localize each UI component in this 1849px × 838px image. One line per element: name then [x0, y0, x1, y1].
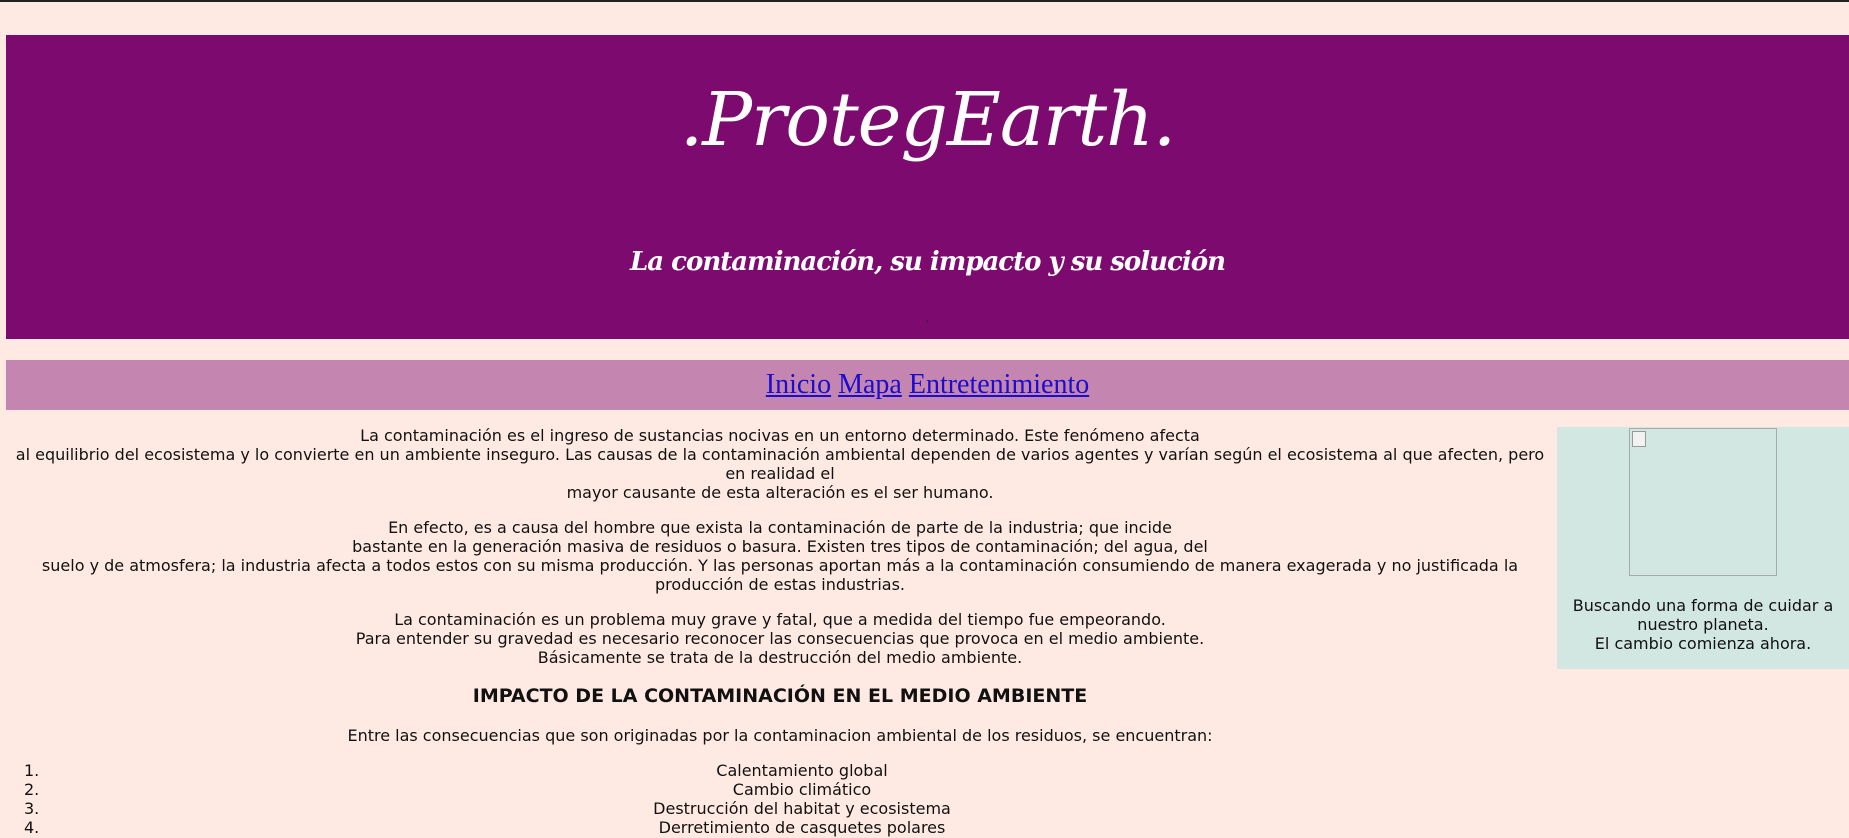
- list-item-number: 1.: [24, 761, 40, 780]
- paragraph-line: mayor causante de esta alteración es el …: [566, 483, 994, 502]
- paragraph-line: Básicamente se trata de la destrucción d…: [537, 648, 1023, 667]
- paragraph-gravity: La contaminación es un problema muy grav…: [14, 610, 1546, 667]
- paragraph-line: La contaminación es un problema muy grav…: [394, 610, 1166, 629]
- list-item-number: 2.: [24, 780, 40, 799]
- site-subtitle: La contaminación, su impacto y su soluci…: [629, 247, 1226, 277]
- list-item: 1. Calentamiento global: [14, 761, 1546, 780]
- sidebar-line: El cambio comienza ahora.: [1594, 634, 1812, 653]
- list-item-text: Destrucción del habitat y ecosistema: [653, 799, 951, 818]
- list-item-text: Derretimiento de casquetes polares: [658, 818, 946, 837]
- paragraph-definition: La contaminación es el ingreso de sustan…: [14, 426, 1546, 502]
- main-content: La contaminación es el ingreso de sustan…: [14, 426, 1546, 837]
- sidebar-line: Buscando una forma de cuidar a nuestro p…: [1572, 596, 1834, 634]
- nav-link-mapa[interactable]: Mapa: [838, 369, 902, 400]
- broken-image: [1629, 428, 1777, 576]
- list-item-text: Calentamiento global: [716, 761, 888, 780]
- header-dot: .: [925, 311, 930, 325]
- section-heading: IMPACTO DE LA CONTAMINACIÓN EN EL MEDIO …: [472, 685, 1088, 707]
- paragraph-line: bastante en la generación masiva de resi…: [352, 537, 1208, 556]
- nav-link-entretenimiento[interactable]: Entretenimiento: [909, 369, 1089, 400]
- list-intro: Entre las consecuencias que son originad…: [347, 726, 1213, 745]
- nav-bar: Inicio Mapa Entretenimiento: [6, 360, 1849, 410]
- paragraph-causes: En efecto, es a causa del hombre que exi…: [14, 518, 1546, 594]
- paragraph-line: suelo y de atmosfera; la industria afect…: [41, 556, 1519, 594]
- paragraph-line: La contaminación es el ingreso de sustan…: [360, 426, 1200, 445]
- sidebar-text: Buscando una forma de cuidar a nuestro p…: [1557, 596, 1849, 653]
- broken-image-icon: [1632, 431, 1646, 447]
- site-header: .ProtegEarth. La contaminación, su impac…: [6, 35, 1849, 339]
- list-item: 4. Derretimiento de casquetes polares: [14, 818, 1546, 837]
- consequences-list: 1. Calentamiento global 2. Cambio climátic…: [14, 761, 1546, 837]
- list-item: 2. Cambio climático: [14, 780, 1546, 799]
- sidebar-panel: Buscando una forma de cuidar a nuestro p…: [1557, 427, 1849, 669]
- list-item: 3. Destrucción del habitat y ecosistema: [14, 799, 1546, 818]
- list-item-number: 3.: [24, 799, 40, 818]
- paragraph-line: En efecto, es a causa del hombre que exi…: [388, 518, 1172, 537]
- site-title: .ProtegEarth.: [679, 77, 1177, 163]
- paragraph-line: Para entender su gravedad es necesario r…: [355, 629, 1205, 648]
- paragraph-line: al equilibrio del ecosistema y lo convie…: [15, 445, 1545, 483]
- nav-link-inicio[interactable]: Inicio: [766, 369, 831, 400]
- list-item-text: Cambio climático: [732, 780, 872, 799]
- list-item-number: 4.: [24, 818, 40, 837]
